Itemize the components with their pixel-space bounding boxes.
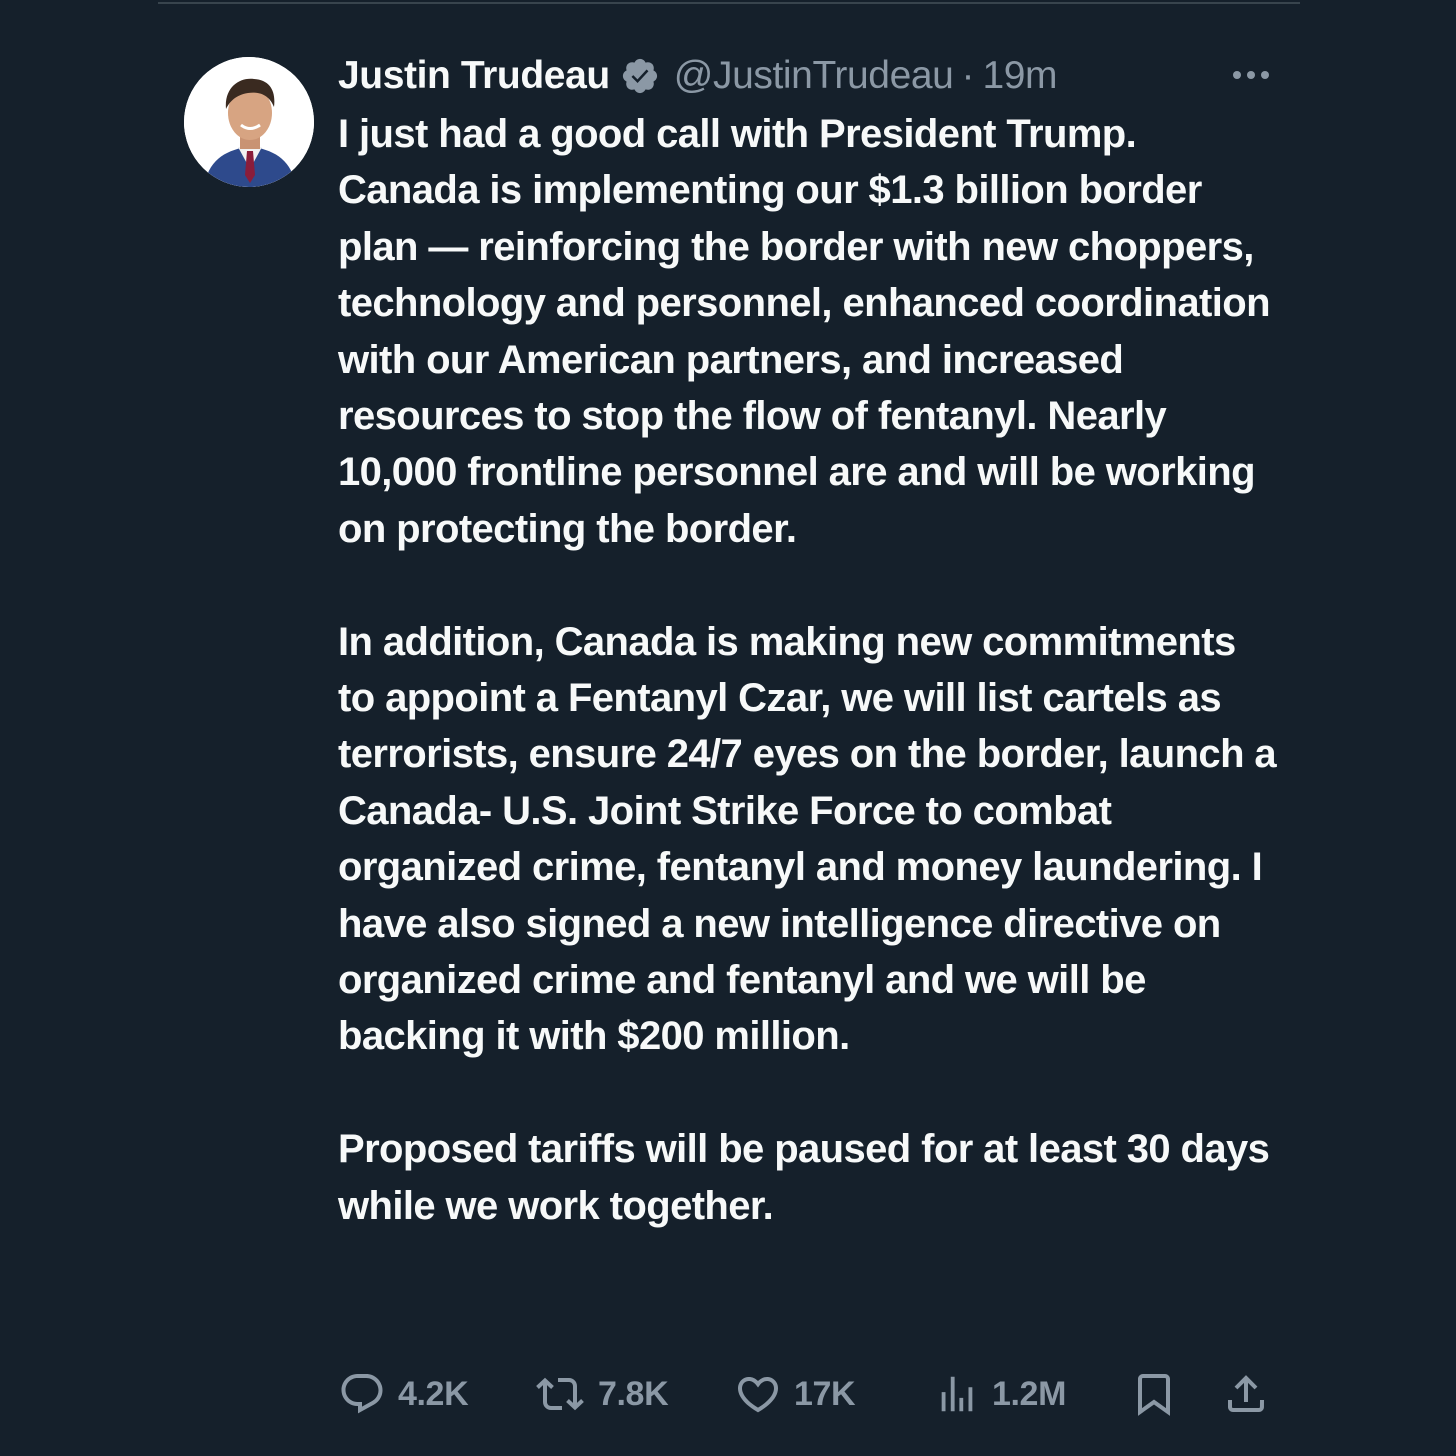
tweet-paragraph: Proposed tariffs will be paused for at l… bbox=[338, 1127, 1270, 1228]
views-icon bbox=[934, 1370, 980, 1418]
reply-button[interactable]: 4.2K bbox=[338, 1366, 469, 1422]
heart-icon bbox=[734, 1370, 782, 1418]
reply-icon bbox=[338, 1370, 386, 1418]
tweet[interactable]: Justin Trudeau @JustinTrudeau · 19m I ju… bbox=[0, 0, 1456, 1456]
retweet-button[interactable]: 7.8K bbox=[534, 1366, 669, 1422]
bookmark-icon bbox=[1130, 1368, 1178, 1420]
author-handle[interactable]: @JustinTrudeau bbox=[674, 54, 954, 98]
tweet-actions: 4.2K 7.8K 17K 1.2M bbox=[338, 1366, 1268, 1422]
tweet-text: I just had a good call with President Tr… bbox=[338, 106, 1278, 1234]
share-icon bbox=[1222, 1368, 1270, 1420]
verified-badge-icon bbox=[620, 56, 660, 96]
bookmark-button[interactable] bbox=[1130, 1366, 1178, 1422]
views-button[interactable]: 1.2M bbox=[934, 1366, 1066, 1422]
tweet-header: Justin Trudeau @JustinTrudeau · 19m bbox=[338, 50, 1273, 102]
share-button[interactable] bbox=[1222, 1366, 1270, 1422]
like-button[interactable]: 17K bbox=[734, 1366, 856, 1422]
like-count: 17K bbox=[794, 1374, 856, 1413]
avatar[interactable] bbox=[184, 57, 314, 187]
retweet-icon bbox=[534, 1370, 586, 1418]
reply-count: 4.2K bbox=[398, 1374, 469, 1413]
more-horizontal-icon[interactable] bbox=[1229, 60, 1273, 90]
tweet-paragraph: In addition, Canada is making new commit… bbox=[338, 619, 1277, 1059]
tweet-timestamp[interactable]: 19m bbox=[982, 54, 1057, 98]
views-count: 1.2M bbox=[992, 1374, 1066, 1413]
tweet-paragraph: I just had a good call with President Tr… bbox=[338, 112, 1271, 551]
avatar-image bbox=[184, 57, 314, 187]
author-name[interactable]: Justin Trudeau bbox=[338, 54, 610, 98]
meta-separator: · bbox=[961, 54, 975, 97]
retweet-count: 7.8K bbox=[598, 1374, 669, 1413]
